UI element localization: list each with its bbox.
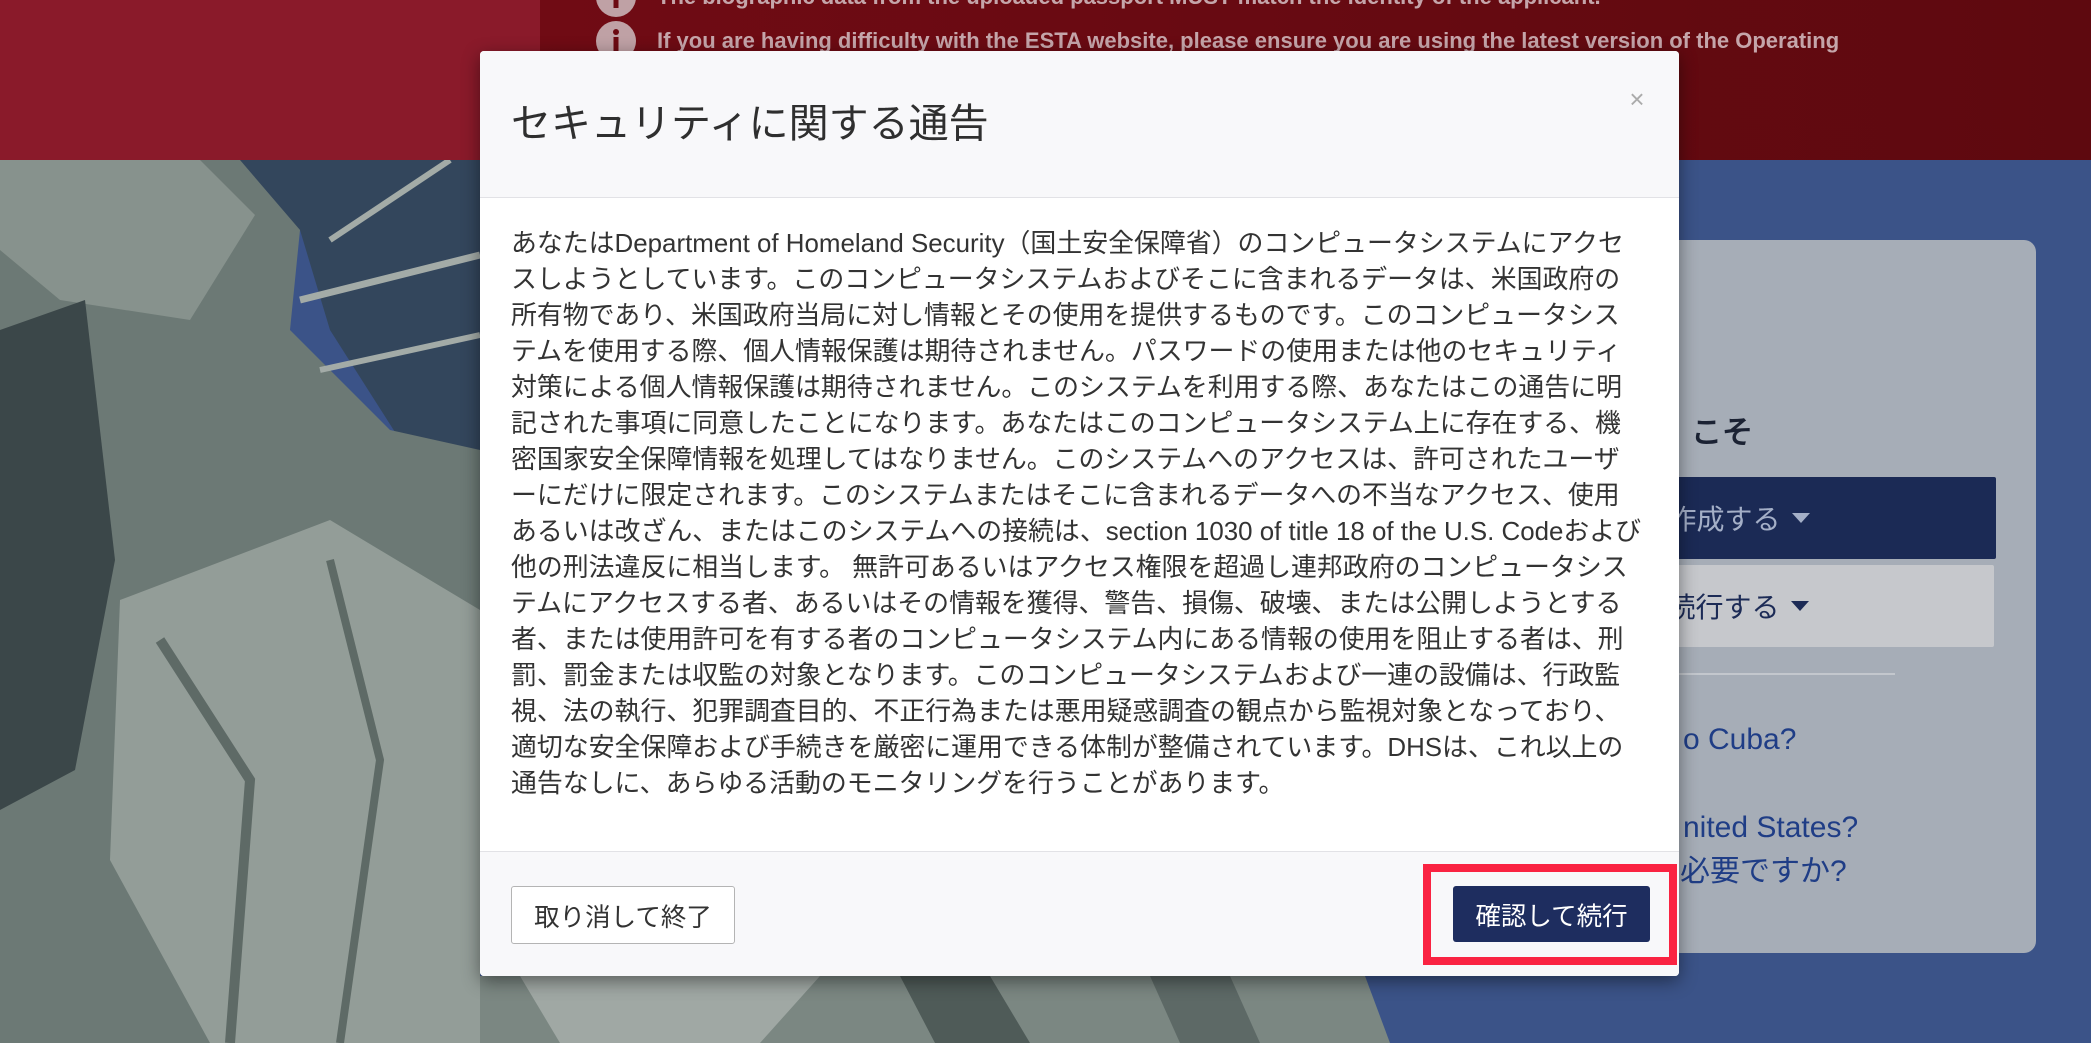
modal-title: セキュリティに関する通告 [511,102,989,146]
modal-footer: 取り消して終了 確認して続行 [480,851,1679,976]
modal-header: セキュリティに関する通告 × [480,51,1679,198]
notice-text-line: あるいは改ざん、またはこのシステムへの接続は、section 1030 of t… [511,518,1642,546]
close-icon: × [1629,84,1645,114]
notice-text-line: テムにアクセスする者、あるいはその情報を獲得、警告、損傷、破壊、または公開しよう… [511,590,1622,618]
confirm-and-continue-button[interactable]: 確認して続行 [1453,886,1650,942]
security-notice-text: あなたはDepartment of Homeland Security（国土安全… [511,226,1648,802]
notice-text-line: 他の刑法違反に相当します。 無許可あるいはアクセス権限を超過し連邦政府のコンピュ… [511,554,1628,582]
notice-text-line: 対策による個人情報保護は期待されません。このシステムを利用する際、あなたはこの通… [511,374,1622,402]
close-button[interactable]: × [1625,81,1649,117]
modal-body: あなたはDepartment of Homeland Security（国土安全… [480,198,1679,851]
cancel-and-exit-button[interactable]: 取り消して終了 [511,886,735,944]
notice-text-line: 通告なしに、あらゆる活動のモニタリングを行うことがあります。 [511,770,1285,798]
notice-text-line: 適切な安全保障および手続きを厳密に運用できる体制が整備されています。DHSは、こ… [511,734,1624,762]
notice-text-line: テムを使用する際、個人情報保護は期待されません。パスワードの使用または他のセキュ… [511,338,1622,366]
notice-text-line: あなたはDepartment of Homeland Security（国土安全… [511,230,1624,258]
notice-text-line: 記された事項に同意したことになります。あなたはこのコンピュータシステム上に存在す… [511,410,1621,438]
notice-text-line: 密国家安全保障情報を処理してはなりません。このシステムへのアクセスは、許可された… [511,446,1620,474]
notice-text-line: 視、法の執行、犯罪調査目的、不正行為または悪用疑惑調査の観点から監視対象となって… [511,698,1621,726]
notice-text-line: 者、または使用許可を有する者のコンピュータシステム内にある情報の使用を阻止する者… [511,626,1624,654]
notice-text-line: スしようとしています。このコンピュータシステムおよびそこに含まれるデータは、米国… [511,266,1621,294]
notice-text-line: ーにだけに限定されます。このシステムまたはそこに含まれるデータへの不当なアクセス… [511,482,1620,510]
notice-text-line: 所有物であり、米国政府当局に対し情報とその使用を提供するものです。このコンピュー… [511,302,1620,330]
notice-text-line: 罰、罰金または収監の対象となります。このコンピュータシステムおよび一連の設備は、… [511,662,1621,690]
security-notice-modal: セキュリティに関する通告 × あなたはDepartment of Homelan… [480,51,1679,976]
